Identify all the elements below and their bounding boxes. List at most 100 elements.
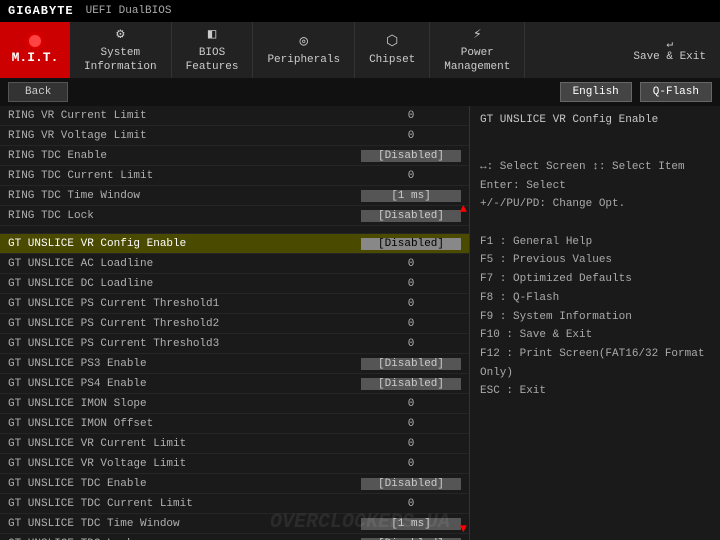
key-f8: F8 : Q-Flash — [480, 289, 710, 308]
key-help: ↔: Select Screen ↕: Select Item Enter: S… — [480, 158, 710, 401]
action-bar: Back English Q-Flash — [0, 78, 720, 106]
row-value-8: 0 — [361, 258, 461, 270]
bios-row-13[interactable]: GT UNSLICE PS3 Enable[Disabled] — [0, 354, 469, 374]
key-f5: F5 : Previous Values — [480, 251, 710, 270]
row-value-18: 0 — [361, 458, 461, 470]
bios-row-1[interactable]: RING VR Voltage Limit0 — [0, 126, 469, 146]
nav-save-exit[interactable]: ↵ Save & Exit — [619, 22, 720, 78]
key-f1: F1 : General Help — [480, 233, 710, 252]
bios-row-19[interactable]: GT UNSLICE TDC Enable[Disabled] — [0, 474, 469, 494]
row-value-12: 0 — [361, 338, 461, 350]
key-spacer — [480, 214, 710, 233]
nav-power-management-line1: Power — [461, 46, 494, 60]
bios-row-11[interactable]: GT UNSLICE PS Current Threshold20 — [0, 314, 469, 334]
row-label-19: GT UNSLICE TDC Enable — [8, 478, 361, 490]
bios-row-8[interactable]: GT UNSLICE AC Loadline0 — [0, 254, 469, 274]
nav-system-information[interactable]: ⚙ System Information — [70, 22, 172, 78]
left-panel: ▲ RING VR Current Limit0RING VR Voltage … — [0, 106, 470, 540]
key-f9: F9 : System Information — [480, 308, 710, 327]
row-label-4: RING TDC Time Window — [8, 190, 361, 202]
nav-system-information-line2: Information — [84, 60, 157, 74]
row-label-15: GT UNSLICE IMON Slope — [8, 398, 361, 410]
bios-row-15[interactable]: GT UNSLICE IMON Slope0 — [0, 394, 469, 414]
bios-row-2[interactable]: RING TDC Enable[Disabled] — [0, 146, 469, 166]
row-value-15: 0 — [361, 398, 461, 410]
row-label-3: RING TDC Current Limit — [8, 170, 361, 182]
nav-peripherals[interactable]: ◎ Peripherals — [253, 22, 355, 78]
row-label-13: GT UNSLICE PS3 Enable — [8, 358, 361, 370]
mit-button[interactable]: M.I.T. — [0, 22, 70, 78]
row-value-10: 0 — [361, 298, 461, 310]
item-help: GT UNSLICE VR Config Enable — [480, 114, 710, 134]
scroll-down-indicator: ▼ — [460, 522, 467, 536]
scroll-up-indicator: ▲ — [460, 202, 467, 216]
row-value-11: 0 — [361, 318, 461, 330]
bios-row-9[interactable]: GT UNSLICE DC Loadline0 — [0, 274, 469, 294]
save-exit-label: Save & Exit — [633, 51, 706, 63]
language-button[interactable]: English — [560, 82, 632, 102]
row-value-7: [Disabled] — [361, 238, 461, 250]
row-value-2: [Disabled] — [361, 150, 461, 162]
nav-bios-features[interactable]: ◧ BIOS Features — [172, 22, 254, 78]
peripherals-icon: ◎ — [300, 33, 308, 51]
row-value-0: 0 — [361, 110, 461, 122]
nav-power-management[interactable]: ⚡ Power Management — [430, 22, 525, 78]
uefi-label: UEFI DualBIOS — [86, 5, 172, 17]
bios-features-icon: ◧ — [208, 26, 216, 44]
bios-row-21[interactable]: GT UNSLICE TDC Time Window[1 ms] — [0, 514, 469, 534]
bios-row-4[interactable]: RING TDC Time Window[1 ms] — [0, 186, 469, 206]
bios-row-12[interactable]: GT UNSLICE PS Current Threshold30 — [0, 334, 469, 354]
bios-row-16[interactable]: GT UNSLICE IMON Offset0 — [0, 414, 469, 434]
row-label-10: GT UNSLICE PS Current Threshold1 — [8, 298, 361, 310]
bios-row-20[interactable]: GT UNSLICE TDC Current Limit0 — [0, 494, 469, 514]
row-label-8: GT UNSLICE AC Loadline — [8, 258, 361, 270]
bios-row-5[interactable]: RING TDC Lock[Disabled] — [0, 206, 469, 226]
nav-bios-features-line1: BIOS — [199, 46, 225, 60]
bios-row-10[interactable]: GT UNSLICE PS Current Threshold10 — [0, 294, 469, 314]
save-exit-icon: ↵ — [666, 37, 673, 51]
key-change-opt: +/-/PU/PD: Change Opt. — [480, 195, 710, 214]
row-value-13: [Disabled] — [361, 358, 461, 370]
nav-bar: M.I.T. ⚙ System Information ◧ BIOS Featu… — [0, 22, 720, 78]
back-button[interactable]: Back — [8, 82, 68, 102]
row-label-20: GT UNSLICE TDC Current Limit — [8, 498, 361, 510]
key-f10: F10 : Save & Exit — [480, 326, 710, 345]
row-value-19: [Disabled] — [361, 478, 461, 490]
bios-row-14[interactable]: GT UNSLICE PS4 Enable[Disabled] — [0, 374, 469, 394]
key-f12: F12 : Print Screen(FAT16/32 Format Only) — [480, 345, 710, 382]
row-label-7: GT UNSLICE VR Config Enable — [8, 238, 361, 250]
key-esc: ESC : Exit — [480, 382, 710, 401]
row-label-1: RING VR Voltage Limit — [8, 130, 361, 142]
gigabyte-logo: GIGABYTE — [8, 4, 74, 18]
key-select-screen: ↔: Select Screen ↕: Select Item — [480, 158, 710, 177]
bios-row-6 — [0, 226, 469, 234]
main-content: ▲ RING VR Current Limit0RING VR Voltage … — [0, 106, 720, 540]
nav-power-management-line2: Management — [444, 60, 510, 74]
row-value-1: 0 — [361, 130, 461, 142]
row-value-20: 0 — [361, 498, 461, 510]
row-label-21: GT UNSLICE TDC Time Window — [8, 518, 361, 530]
chipset-icon: ⬡ — [386, 33, 398, 51]
row-label-5: RING TDC Lock — [8, 210, 361, 222]
row-label-9: GT UNSLICE DC Loadline — [8, 278, 361, 290]
qflash-button[interactable]: Q-Flash — [640, 82, 712, 102]
nav-chipset-label: Chipset — [369, 53, 415, 67]
bios-row-7[interactable]: GT UNSLICE VR Config Enable[Disabled] — [0, 234, 469, 254]
key-f7: F7 : Optimized Defaults — [480, 270, 710, 289]
key-enter: Enter: Select — [480, 177, 710, 196]
row-value-5: [Disabled] — [361, 210, 461, 222]
bios-row-0[interactable]: RING VR Current Limit0 — [0, 106, 469, 126]
row-value-14: [Disabled] — [361, 378, 461, 390]
bios-row-22[interactable]: GT UNSLICE TDC Lock[Disabled] — [0, 534, 469, 540]
right-panel: GT UNSLICE VR Config Enable ↔: Select Sc… — [470, 106, 720, 540]
row-label-16: GT UNSLICE IMON Offset — [8, 418, 361, 430]
mit-dot — [29, 35, 41, 47]
nav-chipset[interactable]: ⬡ Chipset — [355, 22, 430, 78]
row-label-2: RING TDC Enable — [8, 150, 361, 162]
row-value-3: 0 — [361, 170, 461, 182]
bios-row-17[interactable]: GT UNSLICE VR Current Limit0 — [0, 434, 469, 454]
bios-row-3[interactable]: RING TDC Current Limit0 — [0, 166, 469, 186]
bios-row-18[interactable]: GT UNSLICE VR Voltage Limit0 — [0, 454, 469, 474]
row-value-16: 0 — [361, 418, 461, 430]
row-value-4: [1 ms] — [361, 190, 461, 202]
